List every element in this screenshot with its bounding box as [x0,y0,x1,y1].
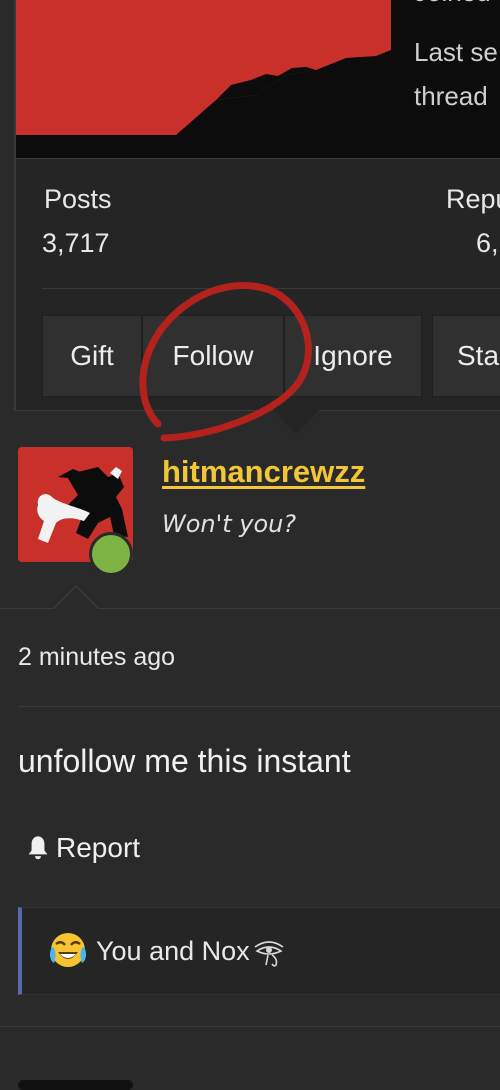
divider [18,706,500,707]
online-status-dot [89,532,133,576]
ignore-button[interactable]: Ignore [284,315,422,397]
gift-button[interactable]: Gift [42,315,142,397]
profile-banner: Joined Last se thread [16,0,500,158]
follow-button[interactable]: Follow [142,315,284,397]
reputation-label: Repu [446,184,500,214]
reactions-label: You and Nox [96,936,250,966]
popup-pointer-arrow [272,409,320,433]
report-label: Report [56,832,141,863]
thread-text: thread [414,81,488,111]
next-post-avatar-edge [18,1080,133,1090]
member-popup-card: Joined Last se thread Posts 3,717 Repu 6… [14,0,500,433]
reactions-text[interactable]: You and Nox [96,936,286,967]
post-message: unfollow me this instant [18,743,351,779]
start-conversation-button[interactable]: Sta [432,315,500,397]
divider [0,1026,500,1027]
eye-of-horus-icon [254,940,284,967]
user-title: Won't you? [162,510,297,538]
posts-value: 3,717 [42,228,110,258]
post-pointer-arrow-fill [53,587,99,610]
divider [16,158,500,159]
crying-laughing-emoji-icon [49,933,87,967]
reactions-bar[interactable]: You and Nox [18,907,500,995]
posts-label: Posts [44,184,112,214]
reputation-value: 6, [476,228,499,258]
joined-text: Joined [414,0,491,14]
divider [42,288,500,289]
bell-icon [28,836,48,860]
report-link[interactable]: Report [24,832,140,864]
username-link[interactable]: hitmancrewzz [162,454,365,490]
last-seen-text: Last se [414,37,498,67]
post-timestamp[interactable]: 2 minutes ago [18,643,175,672]
